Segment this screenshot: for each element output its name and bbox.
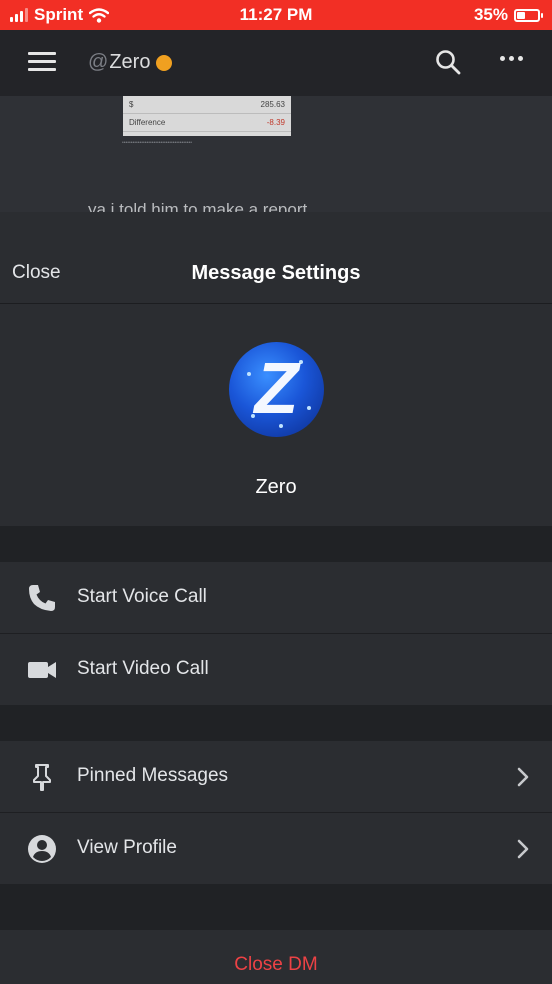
start-voice-call-button[interactable]: Start Voice Call — [0, 562, 552, 634]
avatar-letter: Z — [254, 349, 299, 429]
username: Zero — [255, 476, 297, 498]
pinned-messages-label: Pinned Messages — [77, 765, 229, 786]
call-actions-group: Start Voice Call Start Video Call — [0, 562, 552, 705]
chat-header: @ Zero — [0, 30, 552, 96]
attachment-row-value: 285.63 — [260, 100, 285, 109]
clock: 11:27 PM — [239, 5, 313, 24]
status-bar: Sprint 11:27 PM 35% — [0, 0, 552, 30]
attachment-row: Difference -8.39 — [123, 114, 291, 132]
more-options-icon[interactable] — [500, 56, 523, 61]
attachment-row-label: $ — [129, 100, 134, 109]
chevron-right-icon — [517, 839, 529, 859]
message-settings-sheet: Close Message Settings Z Zero Start Voic… — [0, 212, 552, 984]
battery-percent: 35% — [473, 5, 508, 24]
video-camera-icon — [28, 662, 56, 678]
blurred-message-text: •••••••••••••••••••••••••••••••••••••••• — [122, 140, 193, 146]
links-group: Pinned Messages View Profile — [0, 741, 552, 884]
battery-icon — [514, 8, 543, 22]
channel-prefix: @ — [88, 51, 109, 73]
search-icon[interactable] — [434, 48, 462, 76]
close-dm-button[interactable]: Close DM — [0, 954, 552, 976]
idle-status-icon — [156, 54, 173, 71]
start-video-call-button[interactable]: Start Video Call — [0, 634, 552, 705]
sheet-header: Close Message Settings — [0, 212, 552, 304]
sheet-title: Message Settings — [191, 262, 361, 284]
user-circle-icon — [28, 835, 56, 863]
menu-icon[interactable] — [28, 52, 56, 72]
status-right: 35% — [473, 5, 543, 25]
attachment-row: $ 285.63 — [123, 96, 291, 114]
chevron-right-icon — [517, 767, 529, 787]
view-profile-label: View Profile — [77, 837, 177, 858]
pin-icon — [33, 764, 51, 791]
view-profile-button[interactable]: View Profile — [0, 813, 552, 884]
start-video-call-label: Start Video Call — [77, 658, 209, 679]
pinned-messages-button[interactable]: Pinned Messages — [0, 741, 552, 813]
attachment-row-label: Difference — [129, 118, 166, 127]
attachment-image: $ 285.63 Difference -8.39 — [123, 96, 291, 136]
channel-name[interactable]: @ Zero — [88, 51, 173, 74]
start-voice-call-label: Start Voice Call — [77, 586, 207, 607]
avatar[interactable]: Z — [229, 342, 324, 437]
battery-fill — [517, 11, 525, 19]
phone-icon — [29, 585, 55, 611]
chat-background: $ 285.63 Difference -8.39 ••••••••••••••… — [0, 96, 552, 216]
channel-label: Zero — [109, 51, 151, 73]
attachment-row-value: -8.39 — [266, 118, 285, 127]
app-root: Sprint 11:27 PM 35% @ Zero $ 285.63 Diff… — [0, 0, 552, 984]
